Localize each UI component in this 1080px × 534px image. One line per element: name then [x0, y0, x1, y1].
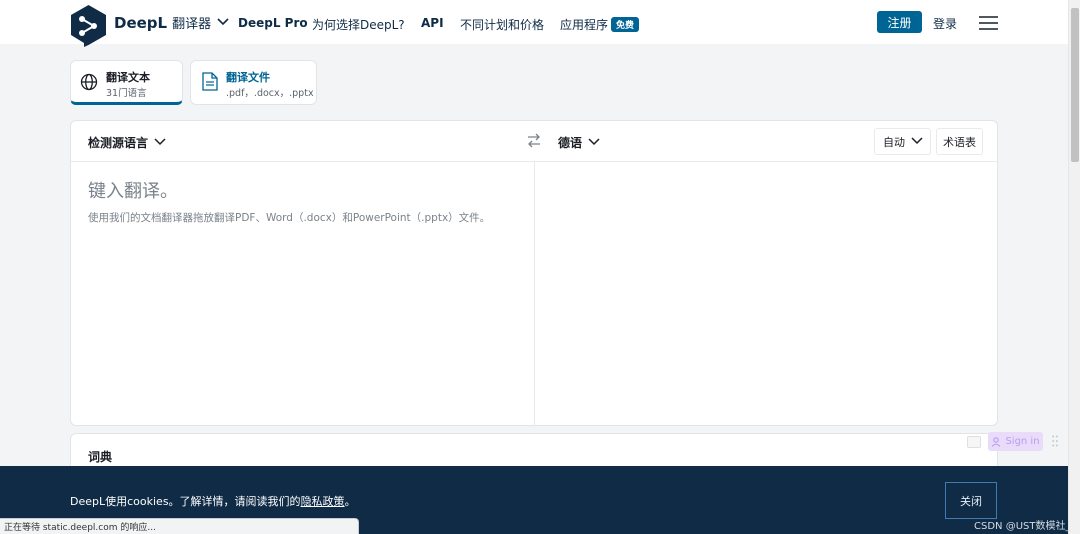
- target-language-select[interactable]: 德语: [558, 134, 600, 151]
- tab-translate-text-title: 翻译文本: [106, 71, 150, 84]
- top-navigation-bar: DeepL 翻译器 DeepL Pro 为何选择DeepL? API 不同计划和…: [0, 0, 1068, 47]
- cookie-text: DeepL使用cookies。了解详情，请阅读我们的: [70, 495, 301, 508]
- hamburger-menu-icon[interactable]: [979, 16, 998, 30]
- source-text-input[interactable]: 键入翻译。 使用我们的文档翻译器拖放翻译PDF、Word（.docx）和Powe…: [88, 177, 508, 225]
- brand-subtitle: 翻译器: [172, 17, 212, 32]
- chevron-down-icon: [217, 17, 229, 25]
- nav-apps[interactable]: 应用程序 免费: [560, 16, 640, 33]
- target-language-label: 德语: [558, 136, 583, 150]
- page-scrollbar[interactable]: [1068, 0, 1080, 534]
- browser-status-bar: 正在等待 static.deepl.com 的响应...: [0, 518, 359, 534]
- nav-why-deepl[interactable]: 为何选择DeepL?: [312, 16, 405, 33]
- free-badge: 免费: [611, 17, 640, 32]
- deepl-logo-icon[interactable]: [70, 5, 107, 47]
- brand-menu[interactable]: DeepL 翻译器: [114, 13, 229, 32]
- sign-in-button[interactable]: Sign in: [988, 432, 1043, 451]
- globe-icon: [80, 73, 98, 91]
- tab-translate-files-subtitle: .pdf，.docx，.pptx: [226, 88, 314, 99]
- swap-languages-icon[interactable]: [527, 133, 541, 149]
- translator-panel: 检测源语言 德语 自动 术语表 键入翻译。 使用我们的文档翻译器拖放翻译PDF、…: [70, 120, 998, 426]
- tab-translate-files[interactable]: 翻译文件 .pdf，.docx，.pptx: [190, 60, 317, 105]
- scrollbar-thumb[interactable]: [1071, 8, 1079, 162]
- formality-label: 自动: [883, 135, 905, 149]
- nav-deepl-pro[interactable]: DeepL Pro: [238, 16, 308, 30]
- formality-select[interactable]: 自动: [874, 128, 931, 155]
- source-placeholder: 键入翻译。: [88, 181, 178, 202]
- sign-in-label: Sign in: [1005, 436, 1040, 447]
- image-icon[interactable]: [967, 436, 981, 448]
- document-drop-hint: 使用我们的文档翻译器拖放翻译PDF、Word（.docx）和PowerPoint…: [88, 212, 491, 224]
- cookie-text-end: 。: [344, 495, 356, 508]
- privacy-policy-link[interactable]: 隐私政策: [301, 495, 345, 508]
- chevron-down-icon: [911, 136, 923, 144]
- watermark: CSDN @UST数模社_: [974, 521, 1071, 532]
- tab-translate-files-title: 翻译文件: [226, 71, 270, 84]
- translator-header: 检测源语言 德语 自动 术语表: [71, 121, 997, 162]
- glossary-button[interactable]: 术语表: [936, 128, 983, 155]
- chevron-down-icon: [154, 137, 166, 145]
- register-button[interactable]: 注册: [877, 11, 922, 33]
- tab-translate-text-subtitle: 31门语言: [106, 88, 147, 99]
- dictionary-title: 词典: [88, 450, 113, 464]
- cookie-message: DeepL使用cookies。了解详情，请阅读我们的隐私政策。: [70, 493, 356, 509]
- nav-plans-pricing[interactable]: 不同计划和价格: [460, 16, 544, 33]
- source-language-select[interactable]: 检测源语言: [88, 134, 166, 151]
- target-text-output[interactable]: [551, 177, 971, 407]
- chevron-down-icon: [588, 137, 600, 145]
- tab-translate-text[interactable]: 翻译文本 31门语言: [70, 60, 183, 105]
- login-link[interactable]: 登录: [933, 15, 957, 32]
- close-cookie-button[interactable]: 关闭: [945, 482, 997, 519]
- panel-divider: [534, 162, 535, 426]
- user-icon: [992, 436, 1001, 447]
- brand-name: DeepL: [114, 13, 168, 32]
- drag-handle-icon[interactable]: [1052, 435, 1058, 447]
- nav-apps-label: 应用程序: [560, 18, 609, 32]
- source-language-label: 检测源语言: [88, 136, 149, 150]
- nav-api[interactable]: API: [421, 16, 444, 30]
- document-icon: [202, 72, 218, 91]
